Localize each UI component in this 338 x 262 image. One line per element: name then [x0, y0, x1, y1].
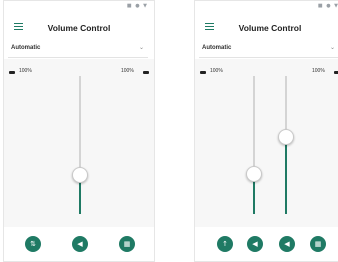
- speaker-icon: ◀: [252, 240, 258, 248]
- speaker-button[interactable]: ◀: [247, 236, 263, 252]
- status-icons: ■ ● ▼: [317, 3, 338, 9]
- single-slider-icon: ↑: [222, 240, 228, 248]
- settings-panel-button[interactable]: ▦: [310, 236, 326, 252]
- battery-icon: [9, 71, 15, 74]
- status-bar: ■ ● ▼: [4, 1, 154, 13]
- left-percent-label: 100%: [19, 68, 32, 74]
- left-percent-label: 100%: [210, 68, 223, 74]
- app-bar: Volume Control: [195, 17, 338, 41]
- speaker-button[interactable]: ◀: [72, 236, 88, 252]
- speaker-button[interactable]: ◀: [279, 236, 295, 252]
- mode-dropdown[interactable]: Automatic ⌄: [8, 41, 148, 58]
- settings-panel-button[interactable]: ▦: [119, 236, 135, 252]
- mode-dropdown-value: Automatic: [11, 45, 41, 51]
- app-title: Volume Control: [238, 23, 302, 33]
- speaker-icon: ◀: [284, 240, 290, 248]
- chevron-down-icon: ⌄: [138, 44, 144, 51]
- status-icons: ■ ● ▼: [126, 3, 148, 9]
- settings-panel-icon: ▦: [123, 240, 131, 248]
- speaker-icon: ◀: [77, 240, 83, 248]
- right-percent-label: 100%: [121, 68, 134, 74]
- single-slider-button[interactable]: ↑: [217, 236, 233, 252]
- phone-screen-left: ■ ● ▼ Volume Control Automatic ⌄ 100% 10…: [3, 0, 155, 262]
- left-volume-slider-thumb[interactable]: [246, 165, 262, 182]
- right-percent-label: 100%: [312, 68, 325, 74]
- battery-icon: [143, 71, 149, 74]
- mode-dropdown[interactable]: Automatic ⌄: [199, 41, 338, 58]
- app-title: Volume Control: [47, 23, 111, 33]
- status-bar: ■ ● ▼: [195, 1, 338, 13]
- right-volume-slider-fill: [285, 136, 288, 214]
- battery-icon: [334, 71, 338, 74]
- right-volume-slider-thumb[interactable]: [278, 128, 294, 145]
- slider-area: [195, 59, 338, 227]
- mode-dropdown-value: Automatic: [202, 45, 232, 51]
- settings-panel-icon: ▦: [314, 240, 322, 248]
- battery-icon: [200, 71, 206, 74]
- chevron-down-icon: ⌄: [329, 44, 335, 51]
- equalizer-button[interactable]: ⇅: [25, 236, 41, 252]
- app-bar: Volume Control: [4, 17, 154, 41]
- phone-screen-right: ■ ● ▼ Volume Control Automatic ⌄ 100% 10…: [194, 0, 338, 262]
- equalizer-icon: ⇅: [30, 240, 36, 248]
